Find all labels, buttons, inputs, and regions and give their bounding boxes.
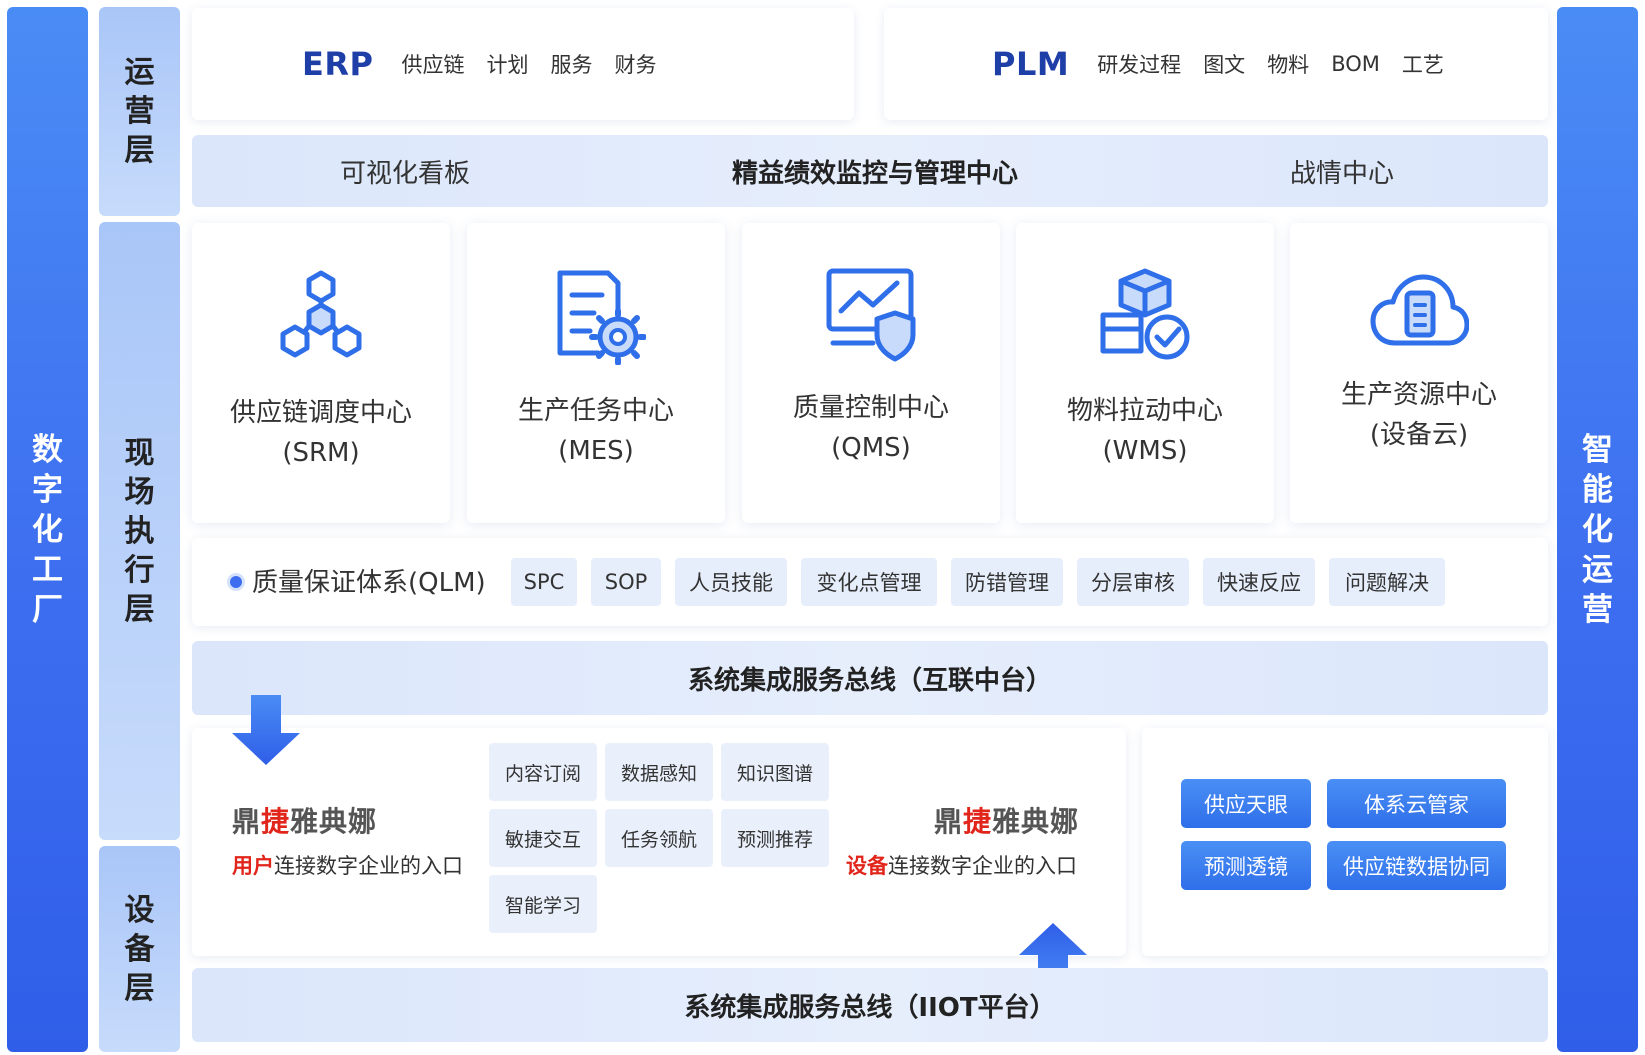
srm-module: 供应链调度中心 (SRM) bbox=[192, 223, 450, 523]
plm-title: PLM bbox=[992, 45, 1070, 83]
arrow-down-icon bbox=[232, 695, 300, 765]
lean-performance-center-label: 精益绩效监控与管理中心 bbox=[732, 158, 1019, 189]
module-code: (SRM) bbox=[282, 438, 360, 468]
module-code: (QMS) bbox=[831, 433, 911, 463]
erp-title: ERP bbox=[302, 45, 374, 83]
mes-module: 生产任务中心 (MES) bbox=[467, 223, 725, 523]
device-cloud-icon bbox=[1370, 274, 1469, 346]
athena-logo-right: 鼎捷雅典娜 bbox=[934, 805, 1080, 838]
equipment-layer-bar: 设 备 层 bbox=[99, 846, 180, 1052]
bullet-dot-icon bbox=[230, 576, 242, 588]
qlm-tag: 防错管理 bbox=[951, 558, 1063, 606]
plm-card: PLM 研发过程 图文 物料 BOM 工艺 bbox=[884, 8, 1548, 120]
athena-logo: 鼎捷雅典娜 bbox=[232, 805, 378, 838]
quality-control-icon bbox=[826, 268, 916, 362]
feature-tag: 敏捷交互 bbox=[489, 809, 597, 867]
smart-operation-label: 智 能 化 运 营 bbox=[1582, 431, 1613, 628]
integration-bus-bottom: 系统集成服务总线（IIOT平台） bbox=[192, 968, 1548, 1042]
erp-item: 财务 bbox=[614, 53, 657, 77]
execution-layer-label: 现 场 执 行 层 bbox=[124, 435, 155, 627]
erp-item: 服务 bbox=[550, 53, 593, 77]
feature-tag: 智能学习 bbox=[489, 875, 597, 933]
feature-tag: 数据感知 bbox=[605, 743, 713, 801]
feature-tag: 内容订阅 bbox=[489, 743, 597, 801]
erp-item: 计划 bbox=[486, 53, 529, 77]
integration-bus-top-label: 系统集成服务总线（互联中台） bbox=[687, 665, 1052, 696]
integration-bus-top: 系统集成服务总线（互联中台） bbox=[192, 641, 1548, 715]
module-title: 生产资源中心 bbox=[1340, 380, 1497, 410]
qlm-tag: 变化点管理 bbox=[801, 558, 937, 606]
plm-item: 工艺 bbox=[1401, 53, 1444, 77]
feature-tag: 预测推荐 bbox=[721, 809, 829, 867]
integration-bus-bottom-label: 系统集成服务总线（IIOT平台） bbox=[684, 992, 1056, 1023]
feature-tag: 知识图谱 bbox=[721, 743, 829, 801]
module-title: 供应链调度中心 bbox=[229, 398, 412, 428]
qlm-title: 质量保证体系(QLM) bbox=[252, 568, 486, 598]
erp-card: ERP 供应链 计划 服务 财务 bbox=[192, 8, 854, 120]
erp-item: 供应链 bbox=[401, 53, 465, 77]
qlm-tag: SPC bbox=[511, 558, 577, 606]
digital-factory-label: 数 字 化 工 厂 bbox=[32, 431, 63, 628]
war-room-label: 战情中心 bbox=[1290, 158, 1395, 189]
system-cloud-butler-button[interactable]: 体系云管家 bbox=[1327, 779, 1506, 828]
supply-chain-network-icon bbox=[280, 270, 362, 358]
module-code: (MES) bbox=[558, 436, 634, 466]
module-title: 质量控制中心 bbox=[792, 393, 949, 423]
plm-item: BOM bbox=[1331, 52, 1380, 76]
feature-tag: 任务领航 bbox=[605, 809, 713, 867]
user-entry-text: 用户连接数字企业的入口 bbox=[232, 854, 463, 878]
module-code: (WMS) bbox=[1102, 436, 1188, 466]
operation-layer-label: 运 营 层 bbox=[124, 55, 155, 168]
equipment-layer-label: 设 备 层 bbox=[124, 892, 155, 1006]
plm-item: 图文 bbox=[1203, 53, 1246, 77]
qms-module: 质量控制中心 (QMS) bbox=[742, 223, 1000, 523]
visual-dashboard-label: 可视化看板 bbox=[340, 158, 471, 189]
execution-layer-bar: 现 场 执 行 层 bbox=[99, 222, 180, 840]
plm-item: 物料 bbox=[1267, 53, 1310, 77]
device-cloud-module: 生产资源中心 (设备云) bbox=[1290, 223, 1548, 523]
smart-operation-bar: 智 能 化 运 营 bbox=[1557, 7, 1638, 1052]
monitoring-band: 可视化看板 精益绩效监控与管理中心 战情中心 bbox=[192, 135, 1548, 207]
qlm-tag: 人员技能 bbox=[675, 558, 787, 606]
production-task-icon bbox=[557, 270, 646, 365]
material-pull-icon bbox=[1100, 268, 1190, 360]
device-entry-text: 设备连接数字企业的入口 bbox=[846, 854, 1077, 878]
qlm-tag: 快速反应 bbox=[1203, 558, 1315, 606]
wms-module: 物料拉动中心 (WMS) bbox=[1016, 223, 1274, 523]
operation-layer-bar: 运 营 层 bbox=[99, 7, 180, 216]
module-code: (设备云) bbox=[1369, 420, 1469, 450]
plm-item: 研发过程 bbox=[1097, 53, 1182, 77]
forecast-lens-button[interactable]: 预测透镜 bbox=[1181, 841, 1311, 890]
qlm-tag: SOP bbox=[591, 558, 661, 606]
qlm-tag: 问题解决 bbox=[1329, 558, 1445, 606]
qlm-tag: 分层审核 bbox=[1077, 558, 1189, 606]
module-title: 生产任务中心 bbox=[517, 396, 674, 426]
digital-factory-bar: 数 字 化 工 厂 bbox=[7, 7, 88, 1052]
supply-sky-eye-button[interactable]: 供应天眼 bbox=[1181, 779, 1311, 828]
supply-chain-data-collab-button[interactable]: 供应链数据协同 bbox=[1327, 841, 1506, 890]
module-title: 物料拉动中心 bbox=[1066, 396, 1223, 426]
